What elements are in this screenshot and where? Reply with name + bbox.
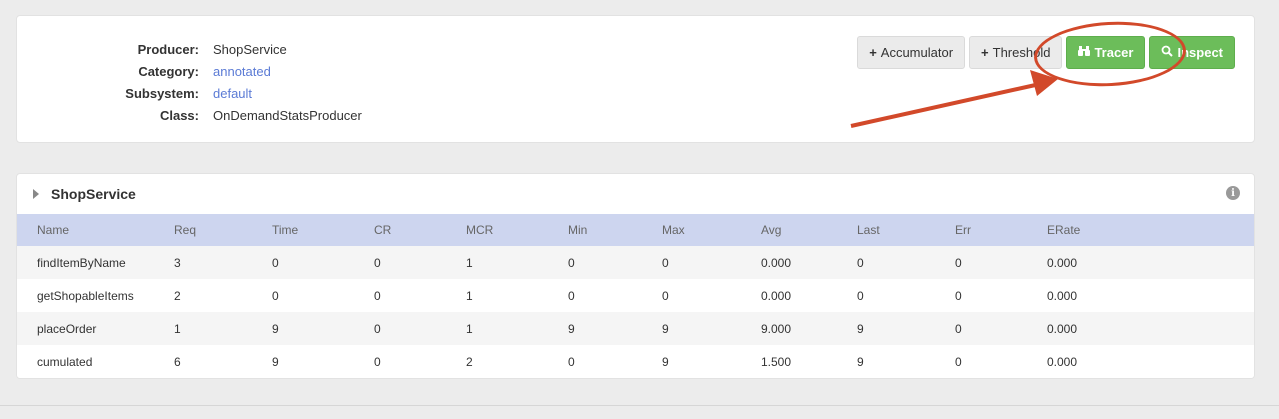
action-buttons: + Accumulator + Threshold Tracer Inspect <box>857 36 1235 69</box>
table-cell-last: 9 <box>857 321 864 336</box>
column-header-avg[interactable]: Avg <box>741 214 837 246</box>
stats-table: Name Req Time CR MCR Min Max Avg Last Err ERate fi… <box>17 214 1254 378</box>
producer-label: Producer: <box>137 41 199 57</box>
plus-icon: + <box>869 45 877 60</box>
column-header-max[interactable]: Max <box>642 214 741 246</box>
table-cell-cr: 0 <box>374 288 381 303</box>
plus-icon: + <box>981 45 989 60</box>
table-row: getShopableItems 2 0 0 1 0 0 0.000 0 0 0.000 <box>17 279 1254 312</box>
table-cell-time: 0 <box>272 255 279 270</box>
table-cell-err: 0 <box>955 255 962 270</box>
table-cell-name: placeOrder <box>37 321 97 336</box>
table-cell-last: 0 <box>857 288 864 303</box>
table-cell-min: 0 <box>568 354 575 369</box>
threshold-button-label: Threshold <box>992 45 1051 60</box>
info-row-category: Category: annotated <box>103 60 362 82</box>
table-cell-err: 0 <box>955 321 962 336</box>
inspect-button-label: Inspect <box>1177 45 1223 60</box>
table-cell-erate: 0.000 <box>1047 321 1078 336</box>
accumulator-button-label: Accumulator <box>880 45 954 60</box>
table-cell-mcr: 2 <box>466 354 473 369</box>
table-cell-min: 0 <box>568 255 575 270</box>
column-header-err[interactable]: Err <box>935 214 1027 246</box>
category-label: Category: <box>138 63 199 79</box>
table-cell-max: 9 <box>662 321 669 336</box>
table-row: findItemByName 3 0 0 1 0 0 0.000 0 0 0.000 <box>17 246 1254 279</box>
table-cell-avg: 0.000 <box>761 255 792 270</box>
info-row-producer: Producer: ShopService <box>103 38 362 60</box>
table-cell-avg: 9.000 <box>761 321 792 336</box>
tracer-button[interactable]: Tracer <box>1066 36 1146 69</box>
class-label: Class: <box>159 107 199 123</box>
table-cell-req: 3 <box>174 255 181 270</box>
table-cell-req: 2 <box>174 288 181 303</box>
table-cell-mcr: 1 <box>466 255 473 270</box>
class-value: OnDemandStatsProducer <box>213 107 362 123</box>
producer-info-card: Producer: ShopService Category: annotate… <box>16 15 1255 143</box>
info-row-subsystem: Subsystem: default <box>103 82 362 104</box>
column-header-erate[interactable]: ERate <box>1027 214 1254 246</box>
table-cell-min: 9 <box>568 321 575 336</box>
inspect-button[interactable]: Inspect <box>1149 36 1235 69</box>
table-header-bar[interactable]: ShopService <box>17 174 1254 214</box>
table-cell-mcr: 1 <box>466 288 473 303</box>
column-header-min[interactable]: Min <box>548 214 642 246</box>
subsystem-link[interactable]: default <box>213 86 252 101</box>
table-row: cumulated 6 9 0 2 0 9 1.500 9 0 0.000 <box>17 345 1254 378</box>
table-cell-erate: 0.000 <box>1047 288 1078 303</box>
table-cell-err: 0 <box>955 288 962 303</box>
table-cell-max: 9 <box>662 354 669 369</box>
table-cell-time: 0 <box>272 288 279 303</box>
search-icon <box>1161 45 1174 60</box>
table-cell-req: 1 <box>174 321 181 336</box>
table-cell-max: 0 <box>662 288 669 303</box>
table-cell-erate: 0.000 <box>1047 354 1078 369</box>
table-cell-cr: 0 <box>374 321 381 336</box>
table-cell-cr: 0 <box>374 354 381 369</box>
info-row-class: Class: OnDemandStatsProducer <box>103 104 362 126</box>
column-header-req[interactable]: Req <box>154 214 252 246</box>
tracer-button-label: Tracer <box>1094 45 1134 60</box>
table-cell-name: findItemByName <box>37 255 126 270</box>
column-header-time[interactable]: Time <box>252 214 354 246</box>
binoculars-icon <box>1078 45 1091 60</box>
caret-right-icon[interactable] <box>33 189 39 199</box>
table-cell-max: 0 <box>662 255 669 270</box>
producer-value: ShopService <box>213 41 287 57</box>
table-cell-erate: 0.000 <box>1047 255 1078 270</box>
table-cell-name: cumulated <box>37 354 93 369</box>
column-header-cr[interactable]: CR <box>354 214 446 246</box>
table-cell-time: 9 <box>272 354 279 369</box>
column-header-last[interactable]: Last <box>837 214 935 246</box>
table-cell-mcr: 1 <box>466 321 473 336</box>
table-cell-req: 6 <box>174 354 181 369</box>
table-cell-avg: 0.000 <box>761 288 792 303</box>
column-header-mcr[interactable]: MCR <box>446 214 548 246</box>
table-cell-name: getShopableItems <box>37 288 134 303</box>
column-header-name[interactable]: Name <box>17 214 154 246</box>
bottom-divider <box>0 405 1279 406</box>
table-cell-avg: 1.500 <box>761 354 792 369</box>
table-cell-time: 9 <box>272 321 279 336</box>
table-row: placeOrder 1 9 0 1 9 9 9.000 9 0 0.000 <box>17 312 1254 345</box>
info-icon[interactable]: i <box>1226 186 1240 200</box>
producer-info-grid: Producer: ShopService Category: annotate… <box>103 38 362 126</box>
table-cell-cr: 0 <box>374 255 381 270</box>
table-cell-last: 0 <box>857 255 864 270</box>
table-title: ShopService <box>51 186 136 202</box>
category-link[interactable]: annotated <box>213 64 271 79</box>
subsystem-label: Subsystem: <box>125 85 199 101</box>
threshold-button[interactable]: + Threshold <box>969 36 1063 69</box>
table-cell-last: 9 <box>857 354 864 369</box>
table-cell-err: 0 <box>955 354 962 369</box>
accumulator-button[interactable]: + Accumulator <box>857 36 966 69</box>
stats-table-card: ShopService i Name Req Time CR MCR Min Max Avg L… <box>16 173 1255 379</box>
table-header-row: Name Req Time CR MCR Min Max Avg Last Err ERate <box>17 214 1254 246</box>
table-cell-min: 0 <box>568 288 575 303</box>
